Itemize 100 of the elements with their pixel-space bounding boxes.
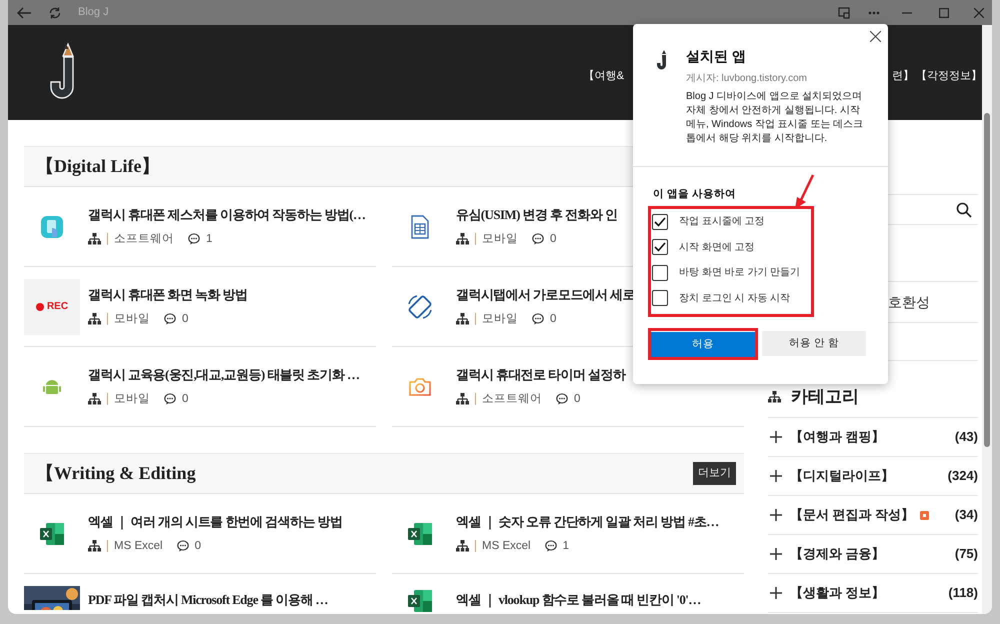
category-icon: [768, 390, 783, 404]
post-category[interactable]: MS Excel: [482, 538, 531, 555]
comment-icon: [532, 313, 544, 326]
category-count: (118): [948, 584, 978, 602]
record-dot-icon: [36, 302, 44, 310]
category-count: (34): [954, 506, 978, 524]
comment-icon: [164, 393, 176, 406]
android-icon: [43, 378, 61, 396]
category-icon: [456, 233, 469, 246]
checkbox-label: 장치 로그인 시 자동 시작: [679, 292, 790, 306]
post-category[interactable]: 모바일: [482, 230, 518, 248]
scrollbar[interactable]: [982, 25, 992, 614]
category-count: (324): [948, 467, 978, 486]
post-category[interactable]: MS Excel: [114, 538, 163, 555]
post-category[interactable]: 모바일: [114, 390, 150, 408]
expand-icon[interactable]: [770, 548, 782, 560]
post-title[interactable]: 엑셀 ｜ 숫자 오류 간단하게 일괄 처리 방법 #초…: [456, 512, 719, 532]
comment-icon: [188, 233, 200, 246]
category-count: (75): [954, 545, 978, 564]
category-count: (43): [954, 428, 978, 446]
camera-icon: [408, 376, 432, 396]
publisher-text: 게시자: luvbong.tistory.com: [686, 72, 808, 86]
scrollbar-thumb[interactable]: [984, 113, 990, 447]
category-icon: [88, 313, 101, 326]
post-title[interactable]: 갤럭시탭에서 가로모드에서 세로: [456, 285, 635, 305]
comment-count: 0: [194, 538, 201, 554]
nav-link[interactable]: 련】: [892, 68, 914, 85]
comment-count: 0: [550, 312, 556, 327]
post-category[interactable]: 소프트웨어: [482, 390, 542, 408]
comment-count: 0: [182, 312, 188, 327]
more-button[interactable]: 더보기: [693, 462, 736, 485]
more-icon[interactable]: [868, 10, 880, 14]
checkbox-label: 시작 화면에 고정: [679, 240, 755, 254]
recording-label: REC: [46, 300, 68, 314]
checkbox[interactable]: [652, 264, 668, 280]
post-title[interactable]: 유심(USIM) 변경 후 전화와 인: [456, 205, 618, 225]
comment-icon: [176, 540, 189, 552]
sim-card-icon: [411, 214, 429, 238]
category-icon: [88, 233, 101, 246]
options-heading: 이 앱을 사용하여: [653, 187, 737, 202]
checkbox[interactable]: [652, 290, 668, 306]
category-link[interactable]: 【경제와 금융】: [790, 544, 885, 564]
comment-count: 0: [550, 232, 556, 247]
category-icon: [456, 393, 469, 406]
allow-button[interactable]: 허용: [651, 332, 755, 358]
category-icon: [88, 393, 101, 406]
post-category[interactable]: 소프트웨어: [114, 230, 174, 248]
dialog-title: 설치된 앱: [686, 47, 747, 66]
comment-icon: [544, 540, 557, 552]
back-icon[interactable]: [16, 6, 32, 20]
nav-link[interactable]: 【여행&: [584, 68, 624, 85]
sidebar-heading: 카테고리: [791, 386, 859, 408]
sidebar-text: 호환성: [888, 292, 931, 312]
expand-icon[interactable]: [770, 509, 782, 521]
category-icon: [456, 540, 469, 552]
comment-count: 0: [574, 392, 580, 407]
post-title[interactable]: 갤럭시 휴대폰 화면 녹화 방법: [88, 285, 248, 305]
deny-button[interactable]: 허용 안 함: [762, 331, 866, 356]
post-title[interactable]: PDF 파일 캡처시 Microsoft Edge 를 이용해 …: [88, 590, 328, 610]
dialog-description: Blog J 디바이스에 앱으로 설치되었으며 자체 창에서 안전하게 실행됩니다. 시작 메뉴, Windows 작업 표시줄 또는 데스크톱에서 해당 위치를 시작합니다.: [686, 90, 864, 146]
expand-icon[interactable]: [770, 587, 782, 599]
phone-touch-icon: [41, 216, 63, 238]
app-icon[interactable]: [838, 6, 850, 18]
category-link[interactable]: 【문서 편집과 작성】: [790, 505, 914, 525]
spreadsheet-icon: [40, 522, 64, 544]
search-icon[interactable]: [956, 202, 972, 218]
checkbox[interactable]: [652, 239, 668, 255]
checkbox-label: 작업 표시줄에 고정: [679, 215, 765, 229]
maximize-icon[interactable]: [939, 8, 949, 18]
post-category[interactable]: 모바일: [482, 310, 518, 328]
comment-count: 0: [182, 392, 188, 407]
comment-icon: [164, 313, 176, 326]
comment-icon: [556, 393, 568, 406]
section-title: 【Digital Life】: [36, 155, 160, 178]
post-title[interactable]: 갤럭시 휴대전로 타이머 설정하: [456, 365, 626, 385]
screen-rotate-icon: [406, 292, 434, 320]
section-title: 【Writing & Editing: [36, 462, 196, 485]
post-title[interactable]: 엑셀 ｜ 여러 개의 시트를 한번에 검색하는 방법: [88, 512, 342, 532]
expand-icon[interactable]: [770, 470, 782, 482]
checkbox-label: 바탕 화면 바로 가기 만들기: [679, 266, 800, 280]
comment-count: 1: [206, 232, 212, 247]
post-title[interactable]: 엑셀 ｜ vlookup 함수로 불러올 때 빈칸이 '0'…: [456, 590, 701, 610]
app-logo-icon: [657, 50, 669, 70]
refresh-icon[interactable]: [48, 6, 62, 20]
category-link[interactable]: 【생활과 정보】: [790, 583, 885, 603]
post-title[interactable]: 갤럭시 휴대폰 제스처를 이용하여 작동하는 방법(…: [88, 205, 366, 225]
comment-count: 1: [562, 538, 569, 554]
spreadsheet-icon: [408, 522, 432, 544]
category-icon: [88, 540, 101, 552]
nav-link[interactable]: 【각정정보】: [916, 68, 982, 85]
window-title: Blog J: [78, 5, 109, 20]
category-link[interactable]: 【디지털라이프】: [790, 466, 894, 486]
checkbox[interactable]: [652, 214, 668, 230]
category-link[interactable]: 【여행과 캠핑】: [790, 427, 885, 447]
category-icon: [456, 313, 469, 326]
post-title[interactable]: 갤럭시 교육용(웅진,대교,교원등) 태블릿 초기화 …: [88, 365, 360, 385]
expand-icon[interactable]: [770, 431, 782, 443]
post-category[interactable]: 모바일: [114, 310, 150, 328]
comment-icon: [532, 233, 544, 246]
close-icon[interactable]: [870, 31, 881, 42]
